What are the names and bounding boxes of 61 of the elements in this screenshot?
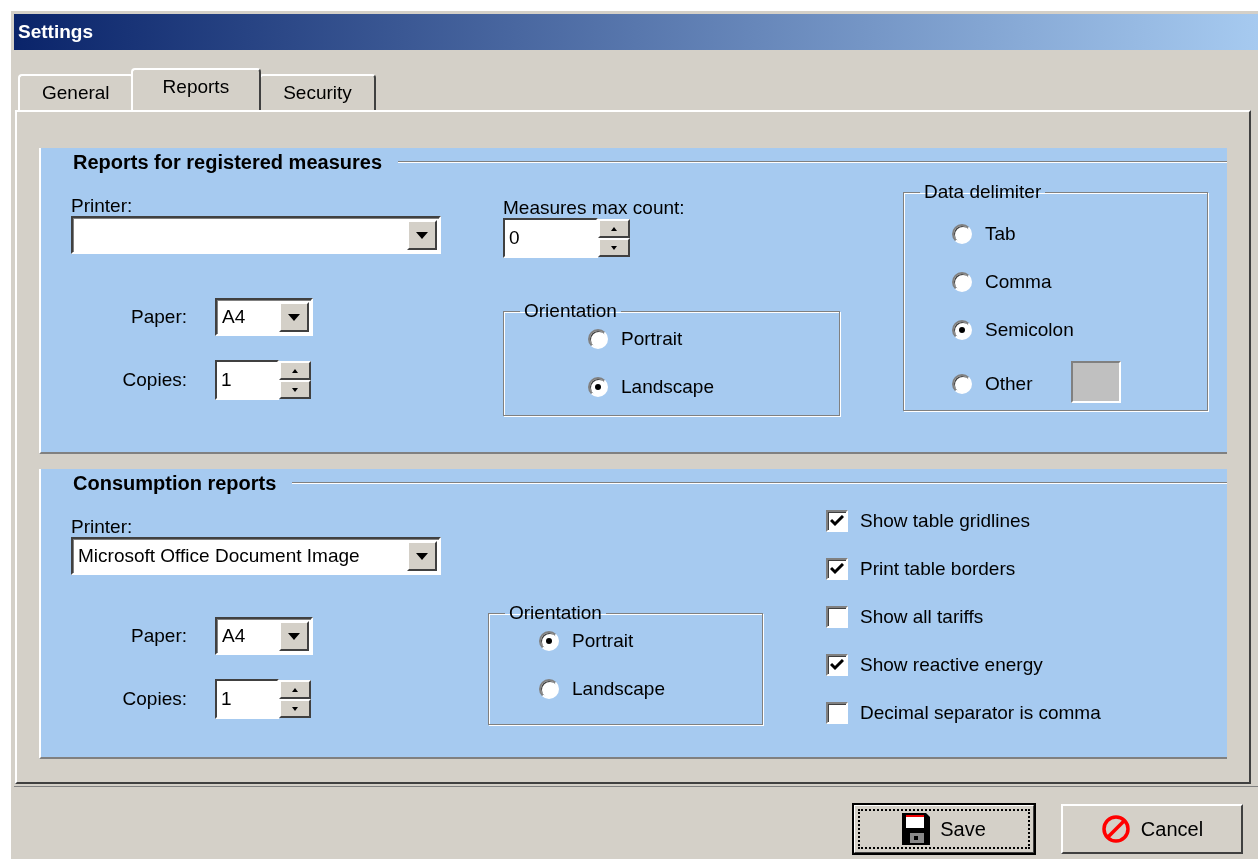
field-label: Printer: — [71, 517, 133, 537]
checkbox[interactable] — [826, 702, 848, 724]
radio-button[interactable] — [952, 272, 972, 292]
section-title: Consumption reports — [73, 471, 278, 495]
radio-label: Portrait — [572, 630, 634, 652]
dropdown-field[interactable]: A4 — [215, 617, 313, 655]
spin-down-icon[interactable] — [279, 699, 311, 718]
checkbox[interactable] — [826, 654, 848, 676]
checkbox-label: Show all tariffs — [860, 606, 984, 628]
checkbox-label: Decimal separator is comma — [860, 702, 1101, 724]
radio-button[interactable] — [952, 374, 972, 394]
dropdown-field[interactable]: A4 — [215, 298, 313, 336]
field-label: Printer: — [71, 196, 133, 216]
checkbox-label: Print table borders — [860, 558, 1016, 580]
save-button[interactable]: Save — [853, 804, 1035, 854]
number-field[interactable]: 1 — [215, 360, 279, 400]
number-field[interactable]: 1 — [215, 679, 279, 719]
checkbox[interactable] — [826, 558, 848, 580]
tab[interactable]: Reports — [130, 68, 262, 110]
group-title: Orientation — [508, 602, 603, 624]
dropdown-field[interactable] — [71, 216, 441, 254]
radio-button[interactable] — [588, 377, 608, 397]
group-title: Data delimiter — [923, 181, 1043, 203]
tab[interactable]: Security — [259, 74, 376, 110]
number-field[interactable]: 0 — [503, 218, 598, 258]
checkmark-icon — [830, 659, 844, 671]
radio-button[interactable] — [588, 329, 608, 349]
checkmark-icon — [830, 515, 844, 527]
window-title: Settings — [18, 21, 93, 43]
field-label: Copies: — [121, 688, 187, 710]
checkbox-label: Show table gridlines — [860, 510, 1031, 532]
spin-up-icon[interactable] — [279, 680, 311, 699]
radio-label: Portrait — [621, 328, 683, 350]
field-label: Paper: — [130, 306, 187, 328]
spin-down-icon[interactable] — [598, 238, 630, 257]
tab[interactable]: General — [18, 74, 134, 110]
checkbox-label: Show reactive energy — [860, 654, 1043, 676]
checkbox[interactable] — [826, 606, 848, 628]
radio-label: Other — [985, 373, 1033, 395]
no-entry-icon — [1100, 814, 1131, 844]
field-label: Measures max count: — [503, 198, 685, 218]
field-label: Paper: — [130, 625, 187, 647]
radio-button[interactable] — [539, 631, 559, 651]
section-title: Reports for registered measures — [73, 150, 383, 174]
spin-down-icon[interactable] — [279, 380, 311, 399]
cancel-button[interactable]: Cancel — [1061, 804, 1243, 854]
spin-up-icon[interactable] — [598, 219, 630, 238]
radio-label: Landscape — [621, 376, 714, 398]
radio-label: Tab — [985, 223, 1016, 245]
checkbox[interactable] — [826, 510, 848, 532]
radio-label: Semicolon — [985, 319, 1074, 341]
spin-up-icon[interactable] — [279, 361, 311, 380]
group-title: Orientation — [523, 300, 618, 322]
radio-button[interactable] — [952, 224, 972, 244]
radio-label: Landscape — [572, 678, 665, 700]
radio-label: Comma — [985, 271, 1052, 293]
dropdown-field[interactable]: Microsoft Office Document Image — [71, 537, 441, 575]
radio-button[interactable] — [539, 679, 559, 699]
checkmark-icon — [830, 563, 844, 575]
field-label: Copies: — [121, 369, 187, 391]
radio-button[interactable] — [952, 320, 972, 340]
